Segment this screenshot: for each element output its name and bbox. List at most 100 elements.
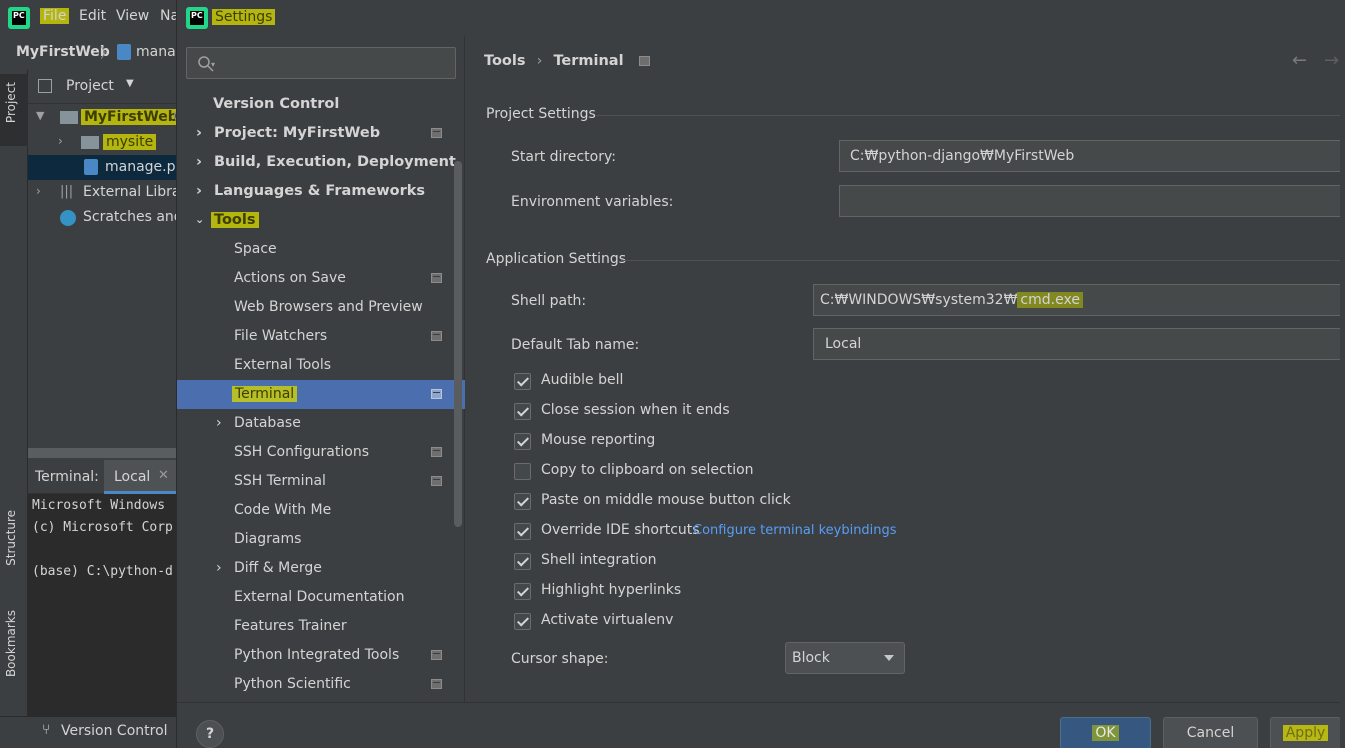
cursor-shape-select[interactable]: Block (785, 642, 905, 674)
left-tool-strip: Project Structure Bookmarks (0, 70, 28, 716)
project-scope-icon (431, 679, 442, 689)
chevron-right-icon[interactable]: › (196, 183, 210, 199)
checkbox-box[interactable] (514, 613, 531, 630)
nav-item-python-scientific[interactable]: Python Scientific (177, 670, 465, 699)
nav-item-diff-merge[interactable]: › Diff & Merge (177, 554, 465, 583)
chevron-down-icon[interactable]: ▼ (36, 109, 44, 122)
checkbox-box[interactable] (514, 523, 531, 540)
project-view-icon (38, 79, 52, 93)
help-button[interactable]: ? (196, 720, 224, 748)
checkbox-box[interactable] (514, 583, 531, 600)
checkbox-box[interactable] (514, 433, 531, 450)
vcs-branch-icon: ⑂ (42, 722, 51, 738)
breadcrumb-parent[interactable]: Tools (484, 53, 526, 69)
nav-item-code-with-me[interactable]: Code With Me (177, 496, 465, 525)
nav-scrollbar[interactable] (454, 161, 462, 527)
tool-tab-bookmarks[interactable]: Bookmarks (4, 610, 18, 677)
menu-view[interactable]: View (116, 8, 149, 24)
chevron-right-icon[interactable]: › (196, 154, 210, 170)
project-horizontal-scrollbar[interactable] (28, 448, 180, 458)
menu-file[interactable]: File (40, 8, 70, 24)
settings-nav: ▾ Version Control › Project: MyFirstWeb … (177, 36, 465, 702)
nav-item-file-watchers[interactable]: File Watchers (177, 322, 465, 351)
start-directory-field[interactable]: C:₩python-django₩MyFirstWeb (839, 140, 1340, 172)
terminal-tab-local[interactable]: Local ✕ (104, 460, 180, 494)
chevron-right-icon[interactable]: › (58, 134, 63, 148)
nav-label: Space (234, 241, 277, 257)
nav-item-build[interactable]: › Build, Execution, Deployment (177, 148, 465, 177)
back-arrow-icon[interactable]: ← (1292, 50, 1307, 71)
tree-item-external-libraries[interactable]: › ||| External Librari (28, 180, 190, 205)
checkbox-label: Shell integration (541, 552, 657, 568)
search-dropdown-icon[interactable]: ▾ (211, 60, 215, 69)
nav-item-tools[interactable]: ⌄ Tools (177, 206, 465, 235)
nav-label: SSH Terminal (234, 473, 326, 489)
nav-item-actions-on-save[interactable]: Actions on Save (177, 264, 465, 293)
forward-arrow-icon[interactable]: → (1324, 50, 1339, 71)
pycharm-logo-icon: PC (186, 7, 208, 29)
chevron-right-icon[interactable]: › (216, 560, 230, 576)
tool-tab-project[interactable]: Project (4, 82, 18, 123)
nav-item-languages[interactable]: › Languages & Frameworks (177, 177, 465, 206)
nav-crumb-project[interactable]: MyFirstWeb (16, 44, 110, 60)
nav-item-diagrams[interactable]: Diagrams (177, 525, 465, 554)
apply-button-label: Apply (1282, 725, 1329, 741)
project-scope-icon (431, 389, 442, 399)
nav-item-external-documentation[interactable]: External Documentation (177, 583, 465, 612)
nav-item-features-trainer[interactable]: Features Trainer (177, 612, 465, 641)
nav-item-version-control[interactable]: Version Control (177, 90, 465, 119)
nav-item-space[interactable]: Space (177, 235, 465, 264)
checkbox-box[interactable] (514, 553, 531, 570)
checkbox-box[interactable] (514, 373, 531, 390)
shell-path-combobox[interactable]: C:₩WINDOWS₩system32₩ cmd.exe (813, 284, 1340, 316)
chevron-down-icon[interactable]: ⌄ (195, 213, 209, 229)
ide-menubar: PC File Edit View Na (0, 0, 180, 36)
nav-separator-icon: 〉 (100, 46, 114, 62)
folder-icon (81, 136, 99, 149)
library-icon: ||| (60, 184, 74, 199)
nav-label: External Documentation (234, 589, 405, 605)
configure-keybindings-link[interactable]: Configure terminal keybindings (693, 523, 897, 538)
nav-item-database[interactable]: › Database (177, 409, 465, 438)
nav-item-python-integrated-tools[interactable]: Python Integrated Tools (177, 641, 465, 670)
cursor-shape-value: Block (792, 650, 830, 666)
checkbox-box[interactable] (514, 493, 531, 510)
nav-item-project[interactable]: › Project: MyFirstWeb (177, 119, 465, 148)
cursor-shape-label: Cursor shape: (511, 651, 609, 667)
tree-item-scratches[interactable]: Scratches and (28, 205, 183, 230)
cancel-button[interactable]: Cancel (1163, 717, 1258, 748)
python-file-icon (117, 44, 131, 60)
checkbox-box[interactable] (514, 463, 531, 480)
tree-item-manage-py[interactable]: manage.py (28, 155, 184, 180)
apply-button[interactable]: Apply (1270, 717, 1340, 748)
ok-button[interactable]: OK (1060, 717, 1151, 748)
ide-status-bar: ⑂ Version Control (0, 716, 180, 748)
nav-label: Web Browsers and Preview (234, 299, 423, 315)
settings-search-input[interactable]: ▾ (186, 47, 456, 79)
checkbox-label: Copy to clipboard on selection (541, 462, 754, 478)
menu-edit[interactable]: Edit (79, 8, 106, 24)
chevron-right-icon[interactable]: › (196, 125, 210, 141)
checkbox-box[interactable] (514, 403, 531, 420)
nav-item-ssh-terminal[interactable]: SSH Terminal (177, 467, 465, 496)
status-vcs-label[interactable]: Version Control (61, 723, 168, 739)
checkbox-label: Highlight hyperlinks (541, 582, 682, 598)
project-panel-title[interactable]: Project (66, 78, 114, 94)
nav-item-ssh-configurations[interactable]: SSH Configurations (177, 438, 465, 467)
project-scope-icon (638, 56, 650, 66)
close-icon[interactable]: ✕ (158, 468, 169, 483)
default-tab-field[interactable]: Local (813, 328, 1340, 360)
nav-item-external-tools[interactable]: External Tools (177, 351, 465, 380)
chevron-right-icon[interactable]: › (216, 415, 230, 431)
nav-label: Build, Execution, Deployment (214, 154, 456, 170)
tree-item-project-root[interactable]: ▼ MyFirstWeb C (28, 105, 183, 130)
env-vars-field[interactable] (839, 185, 1340, 217)
chevron-down-icon[interactable]: ▼ (126, 78, 134, 89)
nav-item-terminal[interactable]: Terminal (177, 380, 465, 409)
nav-item-web-browsers[interactable]: Web Browsers and Preview (177, 293, 465, 322)
tool-tab-structure[interactable]: Structure (4, 510, 18, 566)
tree-label: Scratches and (83, 209, 183, 225)
chevron-right-icon[interactable]: › (36, 184, 41, 198)
tree-item-mysite[interactable]: › mysite (28, 130, 180, 155)
nav-label: Diff & Merge (234, 560, 322, 576)
